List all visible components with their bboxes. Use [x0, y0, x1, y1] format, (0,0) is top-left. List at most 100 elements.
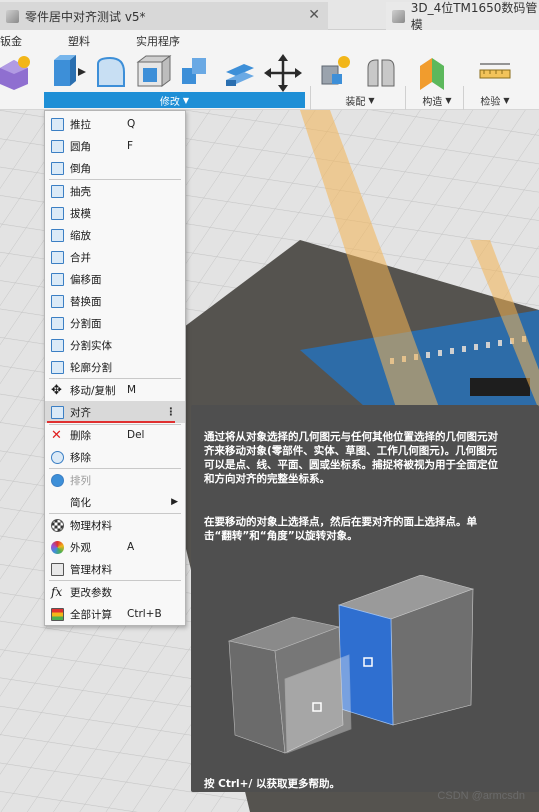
menu-item-move-copy[interactable]: ✥ 移动/复制 M	[45, 379, 185, 401]
menu-item-label: 对齐	[70, 406, 91, 419]
construct-group-dropdown[interactable]: 构造 ▼	[412, 92, 462, 108]
assemble-group-label: 装配	[345, 96, 366, 108]
menu-item-delete[interactable]: ✕ 删除 Del	[45, 424, 185, 446]
align-tooltip: 通过将从对象选择的几何图元与任何其他位置选择的几何图元对齐来移动对象(零部件、实…	[191, 405, 539, 792]
menu-item-align[interactable]: 对齐 ⋮	[45, 401, 185, 423]
document-tab-active[interactable]: 零件居中对齐测试 v5* ✕	[0, 2, 328, 30]
delete-x-icon: ✕	[51, 427, 62, 443]
menu-item-label: 倒角	[70, 162, 91, 175]
joint-icon[interactable]	[367, 59, 395, 87]
combine-icon[interactable]	[182, 58, 206, 84]
menu-item-shell[interactable]: 抽壳	[45, 180, 185, 202]
fillet-icon[interactable]	[97, 56, 125, 87]
move-icon: ✥	[51, 382, 62, 398]
arrange-icon	[51, 473, 64, 487]
new-component-icon[interactable]	[321, 56, 350, 85]
menu-item-label: 物理材料	[70, 519, 112, 532]
more-options-icon[interactable]: ⋮	[166, 406, 177, 418]
menu-item-label: 缩放	[70, 229, 91, 242]
close-tab-icon[interactable]: ✕	[308, 7, 320, 23]
menu-item-manage-materials[interactable]: 管理材料	[45, 558, 185, 580]
fillet-icon	[51, 139, 64, 153]
menu-item-label: 合并	[70, 251, 91, 264]
menu-item-physical-material[interactable]: 物理材料	[45, 514, 185, 536]
menu-item-silhouette-split[interactable]: 轮廓分割	[45, 356, 185, 378]
menu-item-replace-face[interactable]: 替换面	[45, 290, 185, 312]
menu-item-compute-all[interactable]: 全部计算 Ctrl+B	[45, 603, 185, 625]
appearance-icon	[51, 540, 64, 554]
document-tab-title: 3D_4位TM1650数码管模	[410, 1, 538, 32]
draft-icon	[51, 206, 64, 220]
manage-materials-icon	[51, 562, 64, 576]
menu-item-offset-face[interactable]: 偏移面	[45, 268, 185, 290]
menu-item-arrange[interactable]: 排列	[45, 469, 185, 491]
construct-group-label: 构造	[422, 96, 443, 108]
menu-item-remove[interactable]: 移除	[45, 446, 185, 468]
measure-icon[interactable]	[479, 63, 511, 79]
menu-item-combine[interactable]: 合并	[45, 246, 185, 268]
menu-item-shortcut: M	[127, 384, 137, 396]
menu-item-shortcut: Ctrl+B	[127, 608, 162, 620]
menu-item-draft[interactable]: 拔模	[45, 202, 185, 224]
menu-item-scale[interactable]: 缩放	[45, 224, 185, 246]
menu-item-label: 拔模	[70, 207, 91, 220]
menu-item-appearance[interactable]: 外观 A	[45, 536, 185, 558]
menu-item-label: 全部计算	[70, 608, 112, 621]
compute-all-icon	[51, 607, 64, 621]
press-pull-icon[interactable]	[54, 55, 86, 86]
offset-face-icon[interactable]	[226, 64, 254, 86]
remove-icon	[51, 450, 64, 464]
press-pull-icon	[51, 117, 64, 131]
chevron-down-icon: ▼	[503, 95, 510, 105]
chevron-down-icon: ▼	[368, 95, 375, 105]
menu-item-label: 分割面	[70, 317, 102, 330]
physical-material-icon	[51, 518, 64, 532]
chamfer-icon	[51, 161, 64, 175]
combine-icon	[51, 250, 64, 264]
chip	[470, 378, 530, 396]
tooltip-help-hint: 按 Ctrl+/ 以获取更多帮助。	[204, 778, 340, 790]
menu-item-chamfer[interactable]: 倒角	[45, 157, 185, 179]
menu-item-shortcut: Q	[127, 118, 136, 130]
tooltip-description: 通过将从对象选择的几何图元与任何其他位置选择的几何图元对齐来移动对象(零部件、实…	[204, 431, 498, 485]
menu-item-label: 简化	[70, 496, 91, 509]
menu-item-label: 圆角	[70, 140, 91, 153]
menu-item-label: 删除	[70, 429, 91, 442]
inspect-group-dropdown[interactable]: 检验 ▼	[470, 92, 520, 108]
shell-icon	[51, 184, 64, 198]
create-form-icon[interactable]	[0, 56, 30, 90]
menu-item-split-face[interactable]: 分割面	[45, 312, 185, 334]
menu-item-label: 推拉	[70, 118, 91, 131]
menu-item-label: 轮廓分割	[70, 361, 112, 374]
menu-item-label: 更改参数	[70, 586, 112, 599]
submenu-arrow-icon: ▶	[171, 497, 178, 507]
blank-icon	[51, 496, 64, 509]
document-tab-bar: 零件居中对齐测试 v5* ✕ 3D_4位TM1650数码管模	[0, 0, 539, 32]
offset-plane-icon[interactable]	[420, 58, 444, 90]
menu-item-change-parameters[interactable]: fx 更改参数	[45, 581, 185, 603]
menu-item-shortcut: A	[127, 541, 135, 553]
align-icon	[51, 405, 64, 419]
align-illustration	[227, 575, 474, 754]
inspect-group-label: 检验	[480, 96, 501, 108]
silhouette-split-icon	[51, 360, 64, 374]
shell-icon[interactable]	[136, 55, 172, 87]
menu-item-shortcut: F	[127, 140, 134, 152]
assemble-group-dropdown[interactable]: 装配 ▼	[330, 92, 390, 108]
menu-item-press-pull[interactable]: 推拉 Q	[45, 113, 185, 135]
split-body-icon	[51, 338, 64, 352]
menu-item-label: 移动/复制	[70, 384, 116, 397]
menu-item-fillet[interactable]: 圆角 F	[45, 135, 185, 157]
menu-item-label: 管理材料	[70, 563, 112, 576]
move-icon[interactable]	[264, 54, 302, 92]
modify-group-dropdown[interactable]: 修改 ▼	[44, 92, 305, 108]
menu-item-label: 移除	[70, 451, 91, 464]
menu-item-label: 偏移面	[70, 273, 102, 286]
menu-item-label: 排列	[70, 474, 91, 487]
watermark: CSDN @armcsdn	[437, 790, 525, 802]
menu-item-simplify[interactable]: 简化 ▶	[45, 491, 185, 513]
scale-icon	[51, 228, 64, 242]
document-tab[interactable]: 3D_4位TM1650数码管模	[386, 1, 539, 32]
highlight-underline	[47, 421, 175, 423]
menu-item-split-body[interactable]: 分割实体	[45, 334, 185, 356]
